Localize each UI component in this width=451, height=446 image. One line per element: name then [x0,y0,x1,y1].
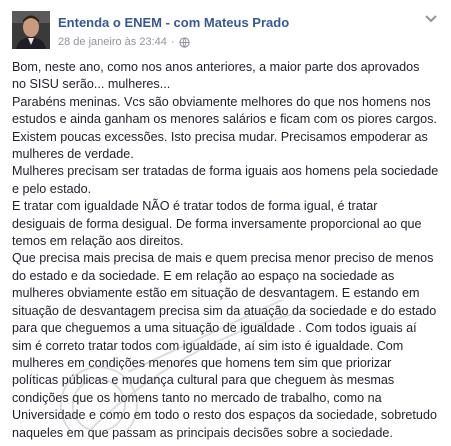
post-text-line: situação de desvantagem precisa sim da a… [12,303,437,318]
post-meta: 28 de janeiro às 23:44 · [58,36,190,48]
post-text-line: naqueles em que passam as principais dec… [12,425,393,440]
post-text-line: e pelo estado. [12,181,92,196]
post-text-line: mulheres em condições menores que homens… [12,355,392,370]
facebook-post: Entenda o ENEM - com Mateus Prado 28 de … [0,0,451,446]
post-text-line: Existem poucas excessões. Isto precisa m… [12,129,428,144]
post-text-line: no SISU serão... mulheres... [12,77,171,92]
post-text-line: Universidade e como em todo o resto dos … [12,408,437,423]
post-text-line: Bom, neste ano, como nos anos anteriores… [12,60,420,74]
post-text-line: Mulheres precisam ser tratadas de forma … [12,164,439,179]
post-text-line: mulheres obviamente estão em situação de… [12,286,420,301]
post-body: Bom, neste ano, como nos anos anteriores… [12,59,444,442]
post-text-line: temos em relação aos direitos. [12,234,184,249]
post-text-line: para que cheguemos a uma situação de igu… [12,321,417,336]
post-text-line: mulheres de verdade. [12,147,134,162]
post-text-line: sim é correto tratar todos com igualdade… [12,338,404,353]
post-text-line: Parabéns meninas. Vcs são obviamente mel… [12,94,431,109]
post-text-line: do estado e da sociedade. E em relação a… [12,268,395,283]
globe-icon[interactable] [178,36,190,48]
post-timestamp[interactable]: 28 de janeiro às 23:44 [58,36,167,48]
post-text-line: políticas públicas e mudança cultural pa… [12,373,395,388]
avatar-photo [12,11,50,49]
meta-separator: · [170,36,175,48]
chevron-down-icon[interactable] [424,14,438,24]
post-text-line: E tratar com igualdade NÃO é tratar todo… [12,199,378,214]
post-text-line: Que precisa mais precisa de mais e quem … [12,251,434,266]
post-text-line: estudos e ainda ganham os menores salári… [12,112,437,127]
post-author-name[interactable]: Entenda o ENEM - com Mateus Prado [58,15,289,30]
post-text-line: condições que os homens tanto no mercado… [12,390,382,405]
post-text-line: desiguais de forma desigual. De forma in… [12,216,422,231]
author-avatar[interactable] [12,11,50,49]
